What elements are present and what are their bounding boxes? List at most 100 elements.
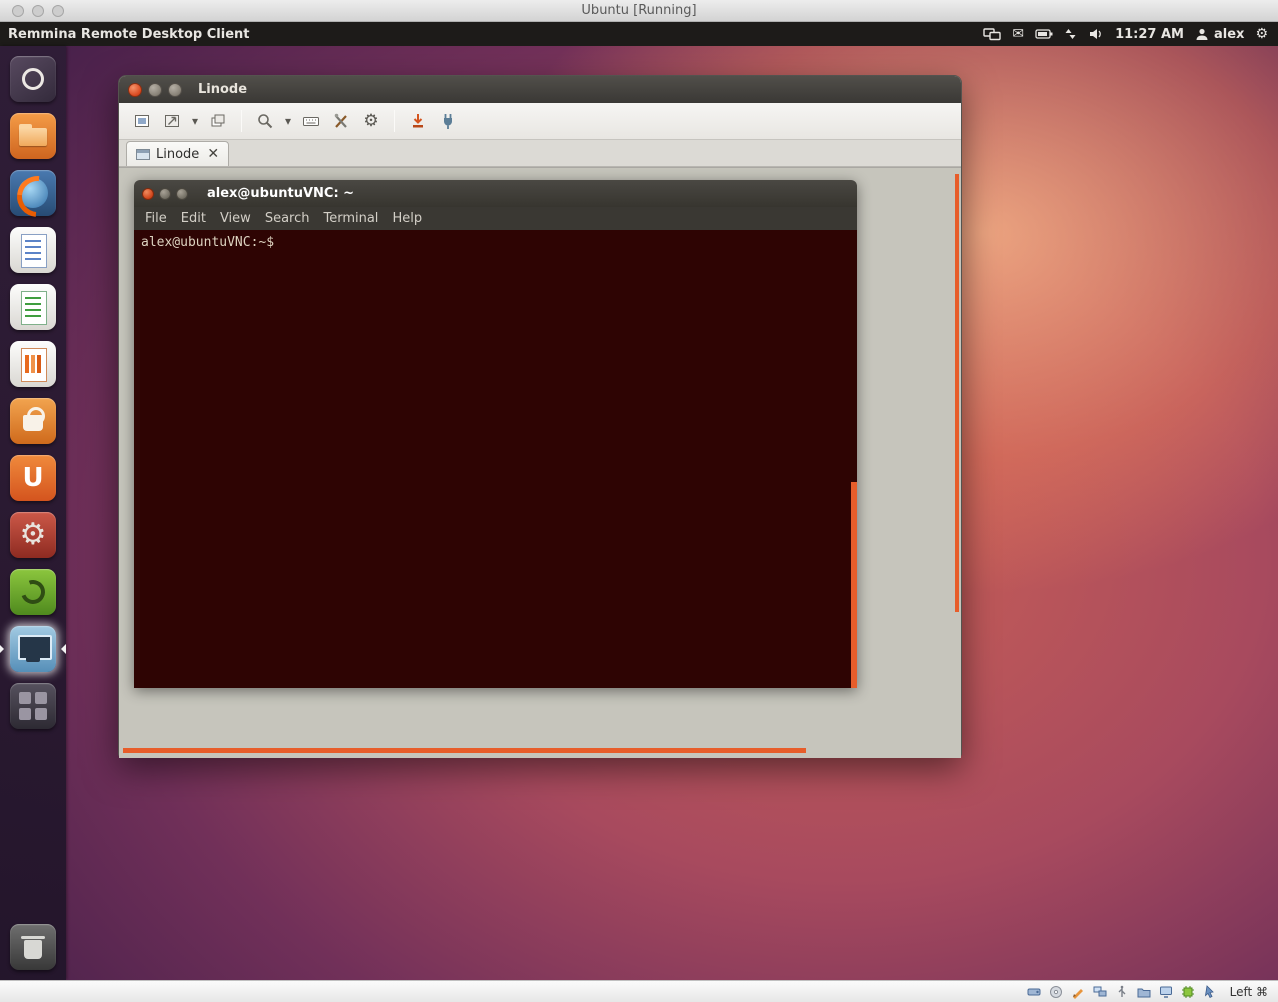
system-settings-icon (10, 512, 56, 558)
fullscreen-icon[interactable] (129, 108, 155, 134)
mail-icon[interactable]: ✉ (1012, 26, 1024, 42)
remote-edge-strip-right (955, 174, 959, 612)
mouse-integration-icon[interactable] (1203, 984, 1218, 999)
screen: { "vm_window": { "title": "Ubuntu [Runni… (0, 0, 1278, 1002)
launcher-item-ubuntu-one[interactable] (0, 449, 66, 506)
vm-zoom-button[interactable] (52, 5, 64, 17)
vm-window-title: Ubuntu [Running] (0, 0, 1278, 21)
running-pip-icon (0, 645, 8, 653)
plug-icon[interactable] (435, 108, 461, 134)
software-updater-icon (10, 569, 56, 615)
terminal-maximize-button[interactable] (176, 188, 188, 200)
remmina-close-button[interactable] (128, 83, 142, 97)
launcher-item-remmina[interactable] (0, 620, 66, 677)
remmina-titlebar[interactable]: Linode (119, 76, 961, 103)
remmina-maximize-button[interactable] (168, 83, 182, 97)
launcher-item-workspace-switcher[interactable] (0, 677, 66, 734)
launcher-item-software-center[interactable] (0, 392, 66, 449)
shared-folders-icon[interactable] (1137, 984, 1152, 999)
duplicate-icon[interactable] (205, 108, 231, 134)
remmina-tab-linode[interactable]: Linode ✕ (126, 141, 229, 166)
features-icon[interactable] (1181, 984, 1196, 999)
unity-launcher (0, 46, 66, 980)
launcher-item-home-folder[interactable] (0, 107, 66, 164)
libreoffice-calc-icon (10, 284, 56, 330)
terminal-menu-file[interactable]: File (138, 211, 174, 226)
scale-icon[interactable] (159, 108, 185, 134)
terminal-prompt: alex@ubuntuVNC:~$ (141, 235, 274, 250)
remmina-window: Linode ▾ ▾ ⚙ Linode ✕ alex@ubuntuVNC: ~ Fi… (118, 75, 962, 757)
libreoffice-writer-icon (10, 227, 56, 273)
terminal-title: alex@ubuntuVNC: ~ (207, 186, 354, 201)
toolbar-separator (241, 110, 242, 132)
home-folder-icon (10, 113, 56, 159)
launcher-item-software-updater[interactable] (0, 563, 66, 620)
launcher-item-system-settings[interactable] (0, 506, 66, 563)
launcher-item-firefox[interactable] (0, 164, 66, 221)
hard-disks-icon[interactable] (1027, 984, 1042, 999)
vbox-status-bar: Left ⌘ (0, 980, 1278, 1002)
remmina-minimize-button[interactable] (148, 83, 162, 97)
panel-indicators: ✉ 11:27 AM alex ⚙ (983, 26, 1278, 42)
launcher-item-libreoffice-writer[interactable] (0, 221, 66, 278)
focused-arrow-icon (56, 644, 66, 654)
display-icon[interactable] (1159, 984, 1174, 999)
vm-window-controls (12, 5, 64, 17)
host-key-label: Left ⌘ (1230, 985, 1268, 999)
trash-icon (10, 924, 56, 970)
network-monitors-icon[interactable] (983, 26, 1001, 42)
launcher-item-dash-home[interactable] (0, 50, 66, 107)
remmina-toolbar: ▾ ▾ ⚙ (119, 103, 961, 140)
terminal-close-button[interactable] (142, 188, 154, 200)
user-menu[interactable]: alex (1195, 26, 1244, 42)
clock-indicator[interactable]: 11:27 AM (1115, 27, 1184, 42)
terminal-menubar: FileEditViewSearchTerminalHelp (134, 207, 857, 230)
remmina-icon (10, 626, 56, 672)
tab-label: Linode (156, 147, 199, 162)
terminal-menu-help[interactable]: Help (385, 211, 429, 226)
settings-icon[interactable]: ⚙ (358, 108, 384, 134)
terminal-menu-search[interactable]: Search (258, 211, 317, 226)
battery-icon[interactable] (1035, 26, 1053, 42)
session-menu-gear-icon[interactable]: ⚙ (1255, 26, 1268, 42)
tools-icon[interactable] (328, 108, 354, 134)
video-capture-icon[interactable] (1071, 984, 1086, 999)
vm-titlebar: Ubuntu [Running] (0, 0, 1278, 22)
remote-display-icon (136, 149, 150, 160)
optical-drives-icon[interactable] (1049, 984, 1064, 999)
remote-session-view[interactable]: alex@ubuntuVNC: ~ FileEditViewSearchTerm… (119, 167, 961, 758)
active-app-title[interactable]: Remmina Remote Desktop Client (8, 27, 250, 42)
terminal-screen[interactable]: alex@ubuntuVNC:~$ (134, 230, 857, 688)
remote-edge-strip-bottom (123, 748, 806, 753)
remmina-tab-bar: Linode ✕ (119, 140, 961, 167)
zoom-icon[interactable] (252, 108, 278, 134)
toolbar-separator (394, 110, 395, 132)
terminal-window: alex@ubuntuVNC: ~ FileEditViewSearchTerm… (134, 180, 857, 688)
dash-home-icon (10, 56, 56, 102)
user-name: alex (1214, 27, 1244, 42)
scale-menu-icon[interactable]: ▾ (189, 108, 201, 134)
workspace-switcher-icon (10, 683, 56, 729)
launcher-item-libreoffice-calc[interactable] (0, 278, 66, 335)
libreoffice-impress-icon (10, 341, 56, 387)
keyboard-icon[interactable] (298, 108, 324, 134)
terminal-menu-view[interactable]: View (213, 211, 258, 226)
terminal-titlebar[interactable]: alex@ubuntuVNC: ~ (134, 180, 857, 207)
firefox-icon (10, 170, 56, 216)
terminal-scrollbar[interactable] (851, 482, 857, 688)
desktop-wallpaper: Linode ▾ ▾ ⚙ Linode ✕ alex@ubuntuVNC: ~ Fi… (0, 46, 1278, 980)
disconnect-icon[interactable] (405, 108, 431, 134)
launcher-item-trash[interactable] (0, 918, 66, 975)
terminal-minimize-button[interactable] (159, 188, 171, 200)
terminal-menu-terminal[interactable]: Terminal (316, 211, 385, 226)
zoom-menu-icon[interactable]: ▾ (282, 108, 294, 134)
tab-close-icon[interactable]: ✕ (207, 147, 219, 161)
vm-minimize-button[interactable] (32, 5, 44, 17)
input-switcher-icon[interactable] (1064, 26, 1077, 42)
vm-close-button[interactable] (12, 5, 24, 17)
volume-icon[interactable] (1088, 26, 1104, 42)
launcher-item-libreoffice-impress[interactable] (0, 335, 66, 392)
terminal-menu-edit[interactable]: Edit (174, 211, 213, 226)
network-icon[interactable] (1093, 984, 1108, 999)
usb-icon[interactable] (1115, 984, 1130, 999)
